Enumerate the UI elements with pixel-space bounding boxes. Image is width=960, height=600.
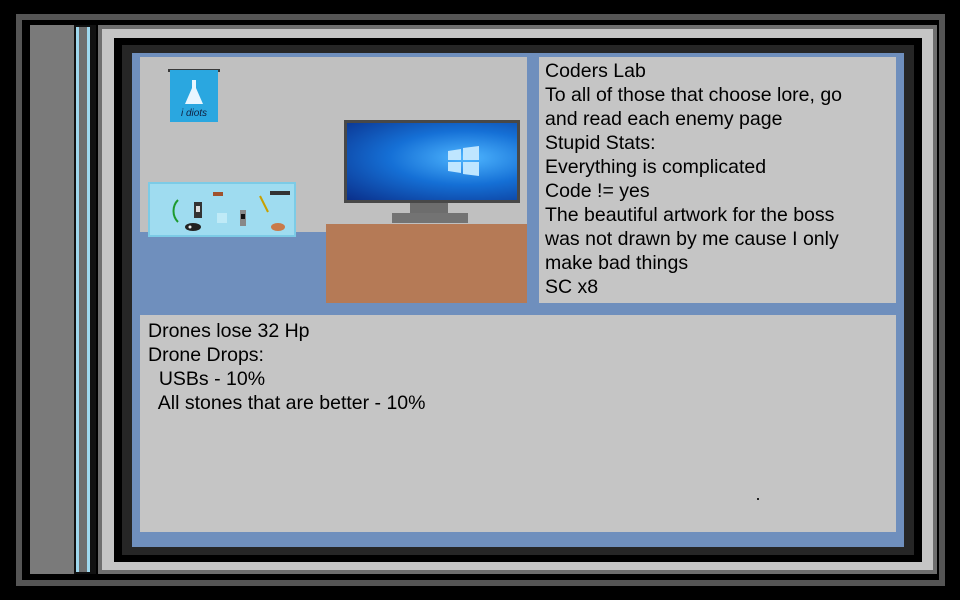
lore-line: Stupid Stats: (545, 132, 656, 154)
info-line: All stones that are better - 10% (148, 392, 426, 414)
flask-icon (185, 80, 203, 104)
monitor-stand-neck (410, 203, 448, 213)
info-line: Drones lose 32 Hp (148, 320, 310, 342)
desk (326, 224, 527, 303)
part-box-icon (217, 213, 227, 223)
info-line: USBs - 10% (148, 368, 266, 390)
green-cable-icon (172, 199, 179, 223)
lore-line: Everything is complicated (545, 156, 767, 178)
windows-logo-icon (448, 146, 479, 176)
chip-icon (240, 210, 246, 226)
lore-line: was not drawn by me cause I only (545, 228, 839, 250)
small-tool-icon (213, 192, 223, 196)
soldering-iron-icon (270, 191, 290, 195)
lore-title: Coders Lab (545, 60, 646, 82)
lore-line: and read each enemy page (545, 108, 783, 130)
info-line: Drone Drops: (148, 344, 264, 366)
lore-line: To all of those that choose lore, go (545, 84, 843, 106)
idiots-poster: i diots (170, 70, 218, 122)
lore-text-box: Coders Lab To all of those that choose l… (539, 57, 896, 303)
lore-line: make bad things (545, 252, 689, 274)
wire-spool-icon (271, 223, 285, 231)
monitor-screen (347, 123, 517, 200)
tool-pegboard (148, 182, 296, 237)
lab-scene-image: i diots (140, 57, 527, 303)
enemy-info-box: Drones lose 32 Hp Drone Drops: USBs - 10… (140, 315, 896, 532)
left-scrollbar[interactable] (76, 27, 90, 572)
lore-line: Code != yes (545, 180, 650, 202)
poster-text: i diots (180, 108, 208, 119)
monitor-stand-base (392, 213, 468, 223)
usb-drive-icon (194, 202, 202, 218)
cursor-dot (757, 498, 759, 500)
lore-line: SC x8 (545, 276, 599, 298)
mouse-icon (185, 223, 201, 231)
lore-line: The beautiful artwork for the boss (545, 204, 835, 226)
